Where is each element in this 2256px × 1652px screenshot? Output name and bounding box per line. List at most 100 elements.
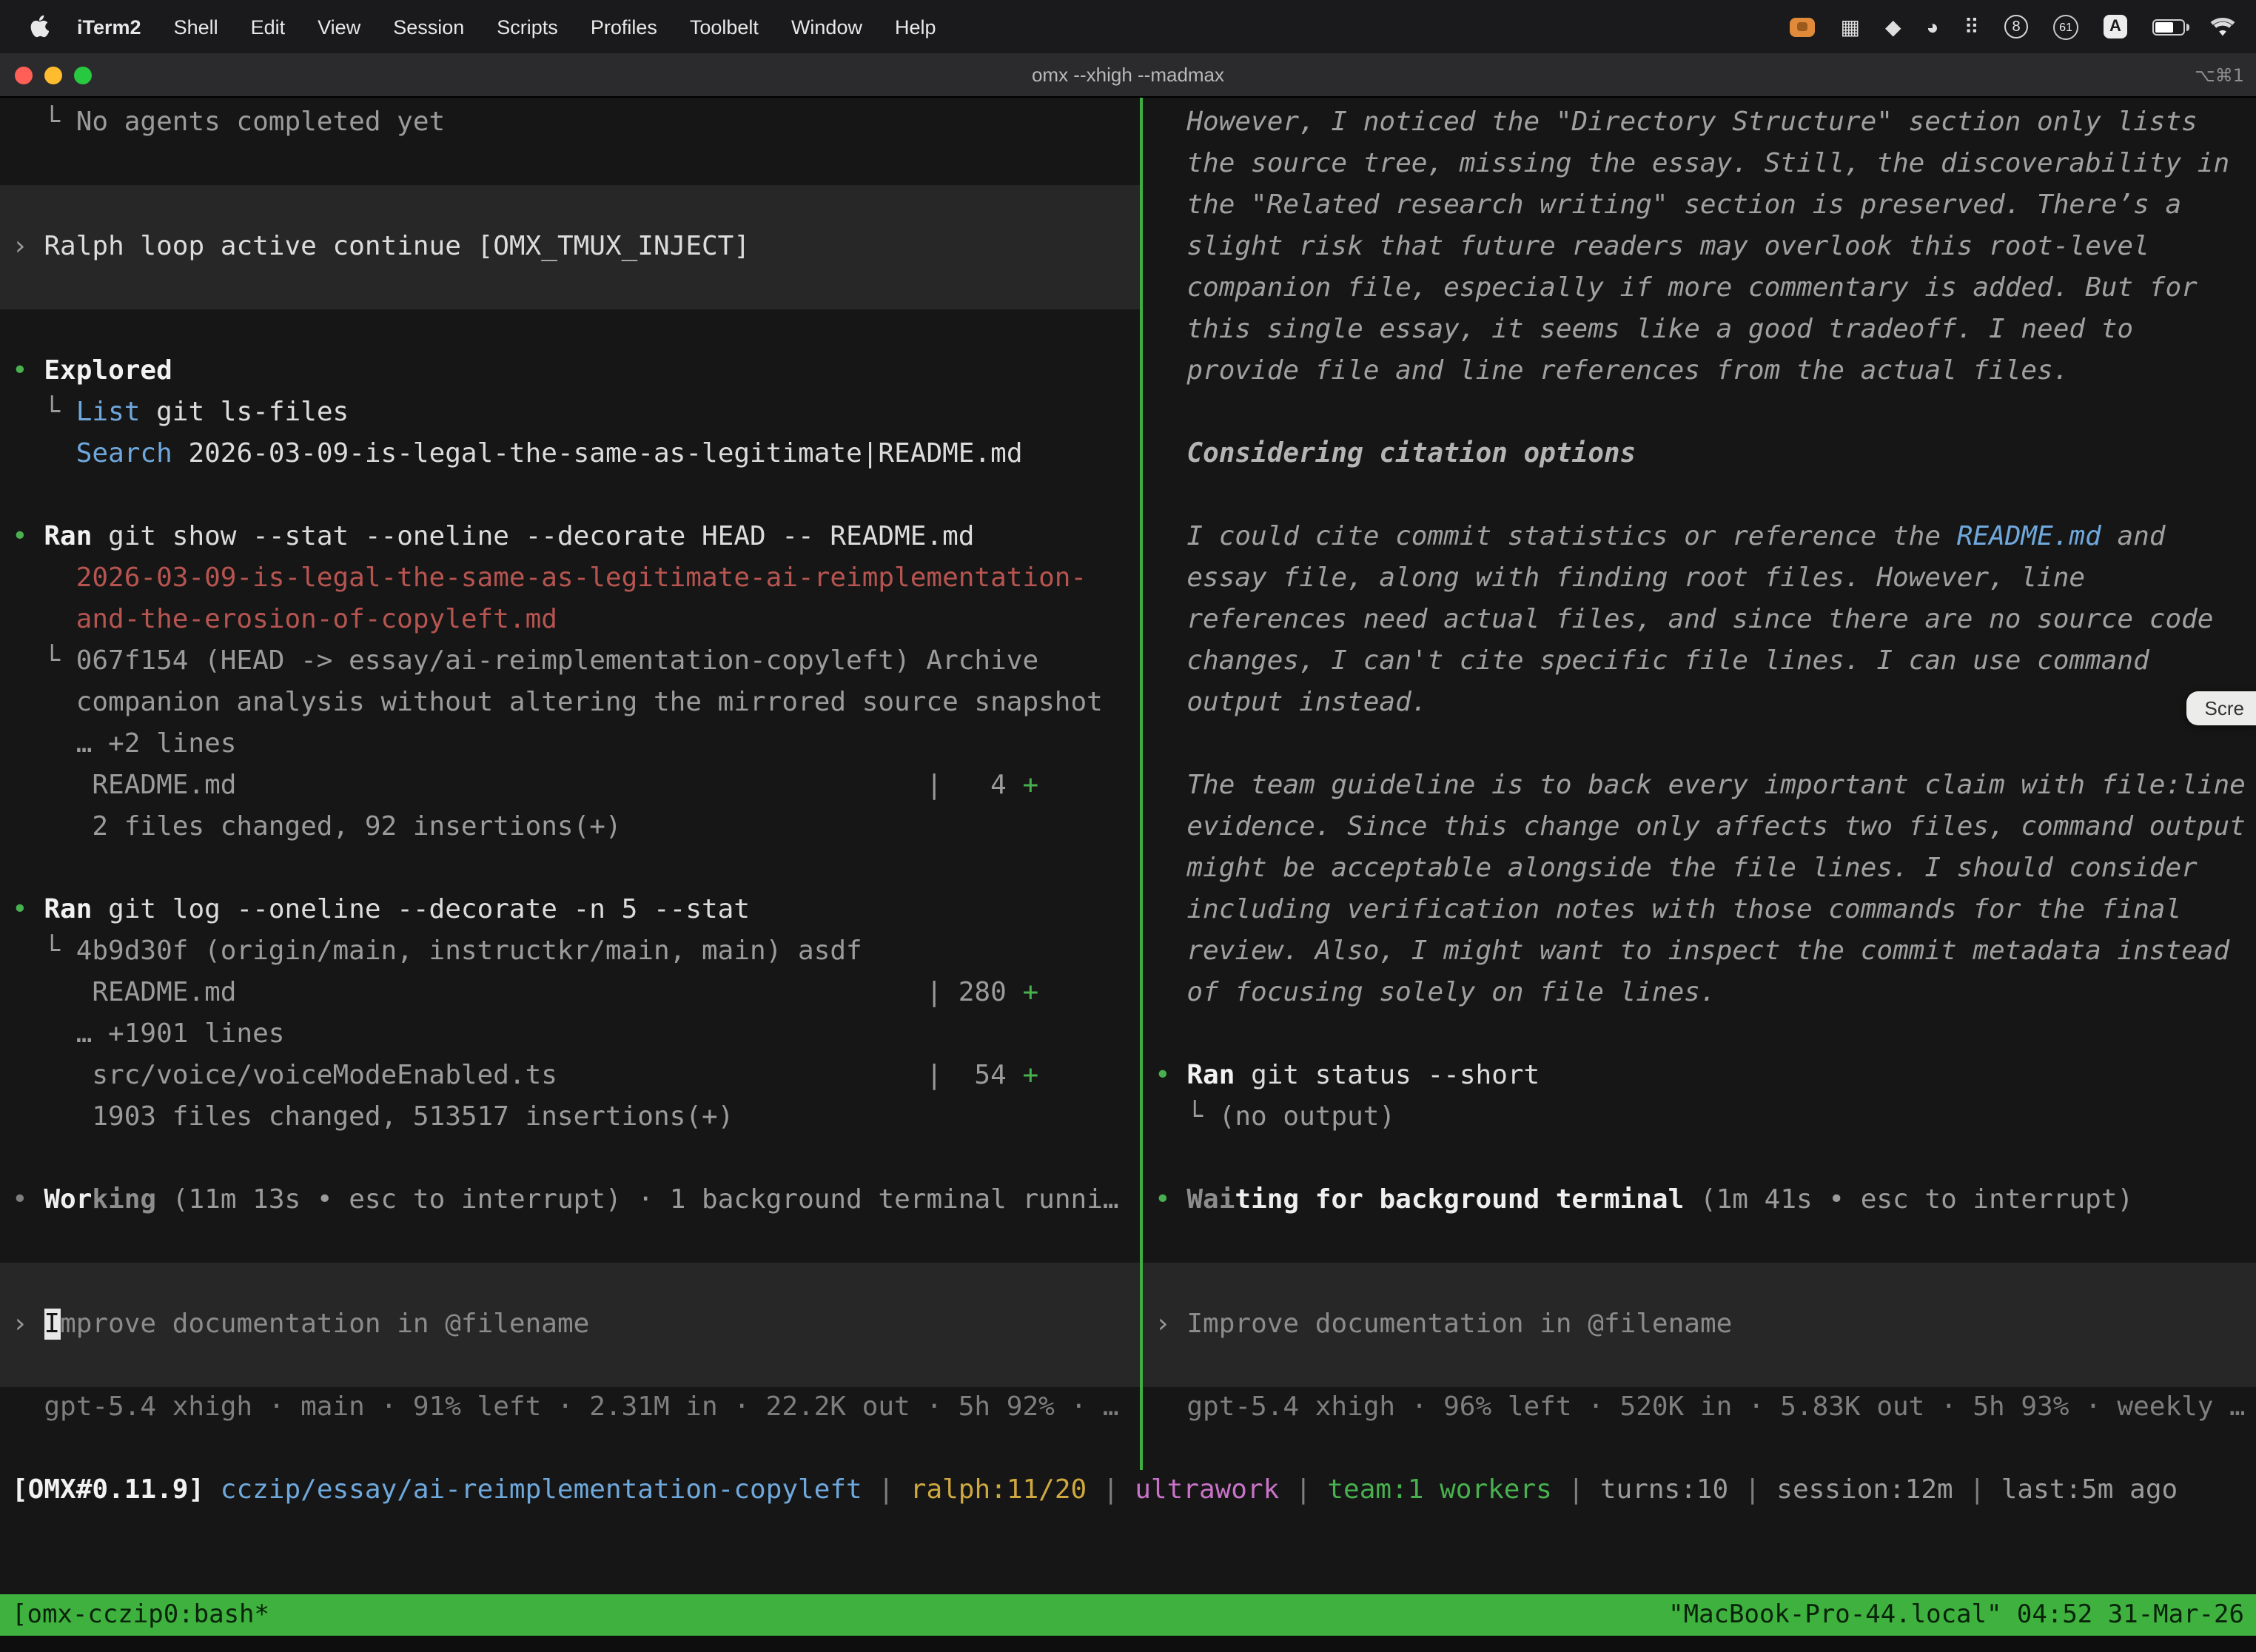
menu-item-view[interactable]: View xyxy=(301,16,377,38)
terminal-line: └ 4b9d30f (origin/main, instructkr/main,… xyxy=(12,931,1128,973)
terminal-line: evidence. Since this change only affects… xyxy=(1155,807,2244,848)
screen-recording-icon[interactable] xyxy=(1790,17,1816,36)
terminal-line: └ No agents completed yet xyxy=(12,102,1128,144)
menu-item-help[interactable]: Help xyxy=(879,16,953,38)
terminal-line: references need actual files, and since … xyxy=(1155,600,2244,641)
terminal-line xyxy=(1143,1346,2256,1387)
menu-item-session[interactable]: Session xyxy=(377,16,480,38)
terminal-line xyxy=(12,1138,1128,1180)
terminal-line: • Explored xyxy=(12,351,1128,392)
terminal-line: └ 067f154 (HEAD -> essay/ai-reimplementa… xyxy=(12,641,1128,682)
menu-item-scripts[interactable]: Scripts xyxy=(480,16,574,38)
terminal-line: However, I noticed the "Directory Struct… xyxy=(1155,102,2244,144)
terminal-line: this single essay, it seems like a good … xyxy=(1155,309,2244,351)
terminal-line: of focusing solely on file lines. xyxy=(1155,973,2244,1014)
tmux-pane-right[interactable]: However, I noticed the "Directory Struct… xyxy=(1143,98,2256,1470)
battery-icon[interactable] xyxy=(2152,19,2185,35)
prompt-input[interactable]: › Improve documentation in @filename xyxy=(0,1304,1140,1346)
menu-item-toolbelt[interactable]: Toolbelt xyxy=(674,16,775,38)
password-manager-icon[interactable]: 8 xyxy=(2004,15,2028,38)
apple-menu[interactable] xyxy=(21,15,61,38)
terminal-line xyxy=(1155,1014,2244,1055)
terminal-line xyxy=(1155,475,2244,517)
apple-logo-icon xyxy=(30,15,49,38)
menu-item-profiles[interactable]: Profiles xyxy=(574,16,674,38)
terminal-line xyxy=(12,144,1128,185)
terminal-line: The team guideline is to back every impo… xyxy=(1155,765,2244,807)
window-manager-icon[interactable]: ▦ xyxy=(1841,16,1860,37)
terminal-line: • Waiting for background terminal (1m 41… xyxy=(1155,1180,2244,1221)
window-title-bar[interactable]: omx --xhigh --madmax ⌥⌘1 xyxy=(0,53,2256,98)
terminal-line: • Working (11m 13s • esc to interrupt) ·… xyxy=(12,1180,1128,1221)
terminal-line: companion file, especially if more comme… xyxy=(1155,268,2244,309)
menu-item-iterm2[interactable]: iTerm2 xyxy=(61,16,158,38)
terminal-line: Search 2026-03-09-is-legal-the-same-as-l… xyxy=(12,434,1128,475)
wifi-icon[interactable] xyxy=(2210,17,2235,36)
menu-bar-status-icons: ▦ ◆ ◕ ⠿ 8 61 A xyxy=(1790,14,2236,39)
terminal-line: changes, I can't cite specific file line… xyxy=(1155,641,2244,682)
tmux-session-window-label: [omx-cczip0:bash* xyxy=(12,1594,269,1636)
screen-edge-popover[interactable]: Scre xyxy=(2187,691,2256,725)
tmux-pane-left[interactable]: └ No agents completed yet › Ralph loop ac… xyxy=(0,98,1140,1470)
screen-bottom-strip xyxy=(0,1636,2256,1652)
menu-item-edit[interactable]: Edit xyxy=(235,16,302,38)
menu-item-window[interactable]: Window xyxy=(775,16,879,38)
terminal-line xyxy=(0,185,1140,226)
browser-app-icon[interactable]: ◕ xyxy=(1927,16,1939,37)
terminal-line xyxy=(1143,1263,2256,1304)
zoom-button[interactable] xyxy=(74,66,92,84)
terminal-line: including verification notes with those … xyxy=(1155,890,2244,931)
input-source-icon[interactable]: A xyxy=(2104,15,2127,38)
terminal-line xyxy=(12,1221,1128,1263)
terminal-line: and-the-erosion-of-copyleft.md xyxy=(12,600,1128,641)
omx-status-line: [OMX#0.11.9] cczip/essay/ai-reimplementa… xyxy=(0,1470,2256,1511)
tmux-status-bar: [omx-cczip0:bash* "MacBook-Pro-44.local"… xyxy=(0,1594,2256,1636)
battery-percent-icon[interactable]: 61 xyxy=(2053,14,2078,39)
terminal-line xyxy=(12,309,1128,351)
prompt-input[interactable]: › Improve documentation in @filename xyxy=(1143,1304,2256,1346)
terminal-line: 2 files changed, 92 insertions(+) xyxy=(12,807,1128,848)
tmux-panes: └ No agents completed yet › Ralph loop ac… xyxy=(0,98,2256,1470)
terminal-line: README.md | 280 + xyxy=(12,973,1128,1014)
hotkey-window-badge: ⌥⌘1 xyxy=(2195,64,2256,85)
terminal-line xyxy=(0,268,1140,309)
terminal-line xyxy=(12,848,1128,890)
terminal-line xyxy=(0,1263,1140,1304)
terminal-line: might be acceptable alongside the file l… xyxy=(1155,848,2244,890)
terminal-line: › Ralph loop active continue [OMX_TMUX_I… xyxy=(0,226,1140,268)
terminal-line: Considering citation options xyxy=(1155,434,2244,475)
terminal-line: README.md | 4 + xyxy=(12,765,1128,807)
blue-app-icon[interactable]: ◆ xyxy=(1885,16,1901,37)
launcher-grid-icon[interactable]: ⠿ xyxy=(1964,16,1979,37)
terminal-line: … +1901 lines xyxy=(12,1014,1128,1055)
terminal-line: • Ran git log --oneline --decorate -n 5 … xyxy=(12,890,1128,931)
close-button[interactable] xyxy=(15,66,33,84)
app-menus: iTerm2ShellEditViewSessionScriptsProfile… xyxy=(61,16,953,38)
terminal: └ No agents completed yet › Ralph loop ac… xyxy=(0,98,2256,1652)
terminal-line: companion analysis without altering the … xyxy=(12,682,1128,724)
terminal-line: review. Also, I might want to inspect th… xyxy=(1155,931,2244,973)
terminal-line: • Ran git show --stat --oneline --decora… xyxy=(12,517,1128,558)
terminal-line: • Ran git status --short xyxy=(1155,1055,2244,1097)
terminal-line xyxy=(0,1346,1140,1387)
terminal-line: └ List git ls-files xyxy=(12,392,1128,434)
terminal-line: └ (no output) xyxy=(1155,1097,2244,1138)
terminal-line: I could cite commit statistics or refere… xyxy=(1155,517,2244,558)
terminal-line: 2026-03-09-is-legal-the-same-as-legitima… xyxy=(12,558,1128,600)
menu-item-shell[interactable]: Shell xyxy=(158,16,235,38)
terminal-line: gpt-5.4 xhigh · main · 91% left · 2.31M … xyxy=(12,1387,1128,1428)
tmux-host-clock: "MacBook-Pro-44.local" 04:52 31-Mar-26 xyxy=(1668,1594,2244,1636)
terminal-line: 1903 files changed, 513517 insertions(+) xyxy=(12,1097,1128,1138)
terminal-line: the "Related research writing" section i… xyxy=(1155,185,2244,226)
terminal-line: output instead. xyxy=(1155,682,2244,724)
terminal-line xyxy=(1155,724,2244,765)
terminal-line xyxy=(1155,1221,2244,1263)
terminal-line: slight risk that future readers may over… xyxy=(1155,226,2244,268)
terminal-line: provide file and line references from th… xyxy=(1155,351,2244,392)
terminal-line: src/voice/voiceModeEnabled.ts | 54 + xyxy=(12,1055,1128,1097)
traffic-lights xyxy=(0,66,92,84)
terminal-line: essay file, along with finding root file… xyxy=(1155,558,2244,600)
terminal-blank-area xyxy=(0,1511,2256,1594)
terminal-line: the source tree, missing the essay. Stil… xyxy=(1155,144,2244,185)
minimize-button[interactable] xyxy=(44,66,62,84)
